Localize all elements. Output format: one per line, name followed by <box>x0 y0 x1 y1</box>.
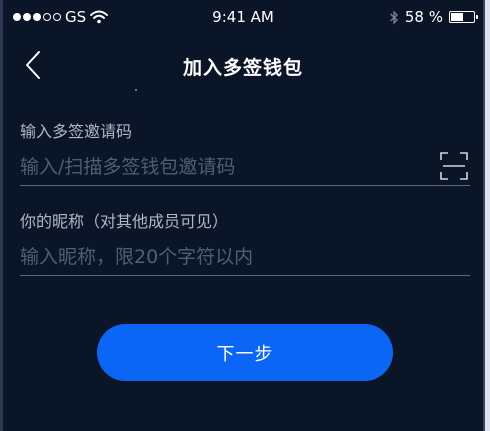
invite-code-field: 输入多签邀请码 <box>20 118 470 186</box>
battery-nub <box>476 15 478 19</box>
decorative-dot <box>135 89 137 91</box>
scan-icon[interactable] <box>440 152 468 180</box>
invite-code-label: 输入多签邀请码 <box>20 122 133 141</box>
bluetooth-icon <box>389 9 398 25</box>
nickname-input[interactable] <box>20 242 470 272</box>
nav-bar: 加入多签钱包 <box>3 34 483 94</box>
nickname-label: 你的昵称（对其他成员可见） <box>20 212 229 231</box>
app-screen: GS 9:41 AM 58 % 加入多签钱包 输入多签邀请码 输入/扫描多签钱包… <box>0 0 490 431</box>
status-right: 58 % <box>389 8 478 26</box>
next-button[interactable]: 下一步 <box>97 324 393 381</box>
invite-code-input-wrapper <box>20 152 470 186</box>
nickname-input-wrapper <box>20 242 470 276</box>
battery-percentage: 58 % <box>404 8 443 26</box>
frame-right-edge <box>485 0 490 431</box>
nickname-field: 你的昵称（对其他成员可见） <box>20 208 470 276</box>
battery-fill <box>451 13 463 21</box>
invite-code-input[interactable] <box>20 152 420 182</box>
page-title: 加入多签钱包 <box>182 57 303 79</box>
status-bar: GS 9:41 AM 58 % <box>3 0 483 34</box>
battery-icon <box>449 11 478 23</box>
